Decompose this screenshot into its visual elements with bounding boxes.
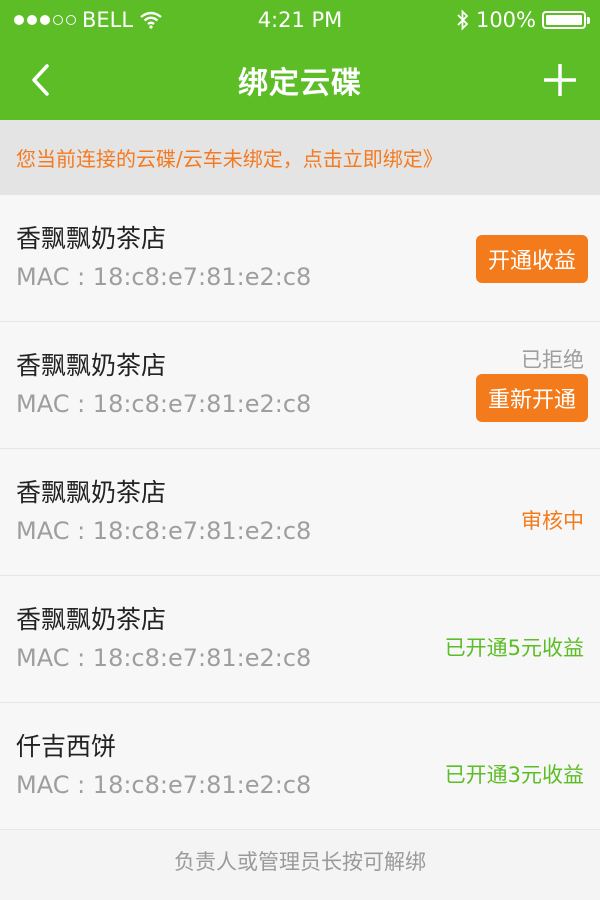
- status-rejected-label: 已拒绝: [521, 348, 584, 372]
- device-name: 香飘飘奶茶店: [16, 351, 167, 380]
- device-name: 香飘飘奶茶店: [16, 478, 167, 507]
- battery-icon: [542, 11, 590, 29]
- device-item[interactable]: 香飘飘奶茶店 MAC : 18:c8:e7:81:e2:c8 审核中: [0, 449, 600, 576]
- bluetooth-icon: [457, 9, 469, 31]
- status-reviewing-label: 审核中: [521, 509, 584, 533]
- signal-dots-icon: [14, 15, 76, 25]
- device-mac: MAC : 18:c8:e7:81:e2:c8: [16, 390, 312, 418]
- device-mac: MAC : 18:c8:e7:81:e2:c8: [16, 644, 312, 672]
- status-enabled-label: 已开通5元收益: [444, 636, 584, 660]
- bind-notice-link[interactable]: 您当前连接的云碟/云车未绑定，点击立即绑定》: [0, 120, 600, 195]
- chevron-left-icon: [32, 64, 49, 96]
- device-name: 香飘飘奶茶店: [16, 224, 167, 253]
- device-list: 香飘飘奶茶店 MAC : 18:c8:e7:81:e2:c8 开通收益 香飘飘奶…: [0, 195, 600, 830]
- carrier-label: BELL: [82, 8, 134, 32]
- page-title: 绑定云碟: [238, 66, 362, 101]
- wifi-icon: [140, 11, 162, 29]
- unbind-hint: 负责人或管理员长按可解绑: [174, 850, 426, 874]
- device-name: 仟吉西饼: [16, 732, 117, 761]
- add-button[interactable]: [538, 58, 582, 102]
- device-mac: MAC : 18:c8:e7:81:e2:c8: [16, 263, 312, 291]
- plus-icon: [544, 64, 576, 96]
- reapply-button[interactable]: 重新开通: [475, 374, 588, 422]
- nav-bar: 绑定云碟: [0, 40, 600, 120]
- device-mac: MAC : 18:c8:e7:81:e2:c8: [16, 517, 312, 545]
- battery-percent: 100%: [475, 8, 536, 32]
- device-item[interactable]: 香飘飘奶茶店 MAC : 18:c8:e7:81:e2:c8 已拒绝 重新开通: [0, 322, 600, 449]
- device-mac: MAC : 18:c8:e7:81:e2:c8: [16, 771, 312, 799]
- device-name: 香飘飘奶茶店: [16, 605, 167, 634]
- status-bar: BELL 4:21 PM 100%: [0, 0, 600, 40]
- device-item[interactable]: 仟吉西饼 MAC : 18:c8:e7:81:e2:c8 已开通3元收益: [0, 703, 600, 830]
- status-enabled-label: 已开通3元收益: [444, 763, 584, 787]
- device-item[interactable]: 香飘飘奶茶店 MAC : 18:c8:e7:81:e2:c8 已开通5元收益: [0, 576, 600, 703]
- enable-earnings-button[interactable]: 开通收益: [475, 235, 588, 283]
- device-item[interactable]: 香飘飘奶茶店 MAC : 18:c8:e7:81:e2:c8 开通收益: [0, 195, 600, 322]
- back-button[interactable]: [18, 58, 62, 102]
- app-header: BELL 4:21 PM 100% 绑定云碟: [0, 0, 600, 120]
